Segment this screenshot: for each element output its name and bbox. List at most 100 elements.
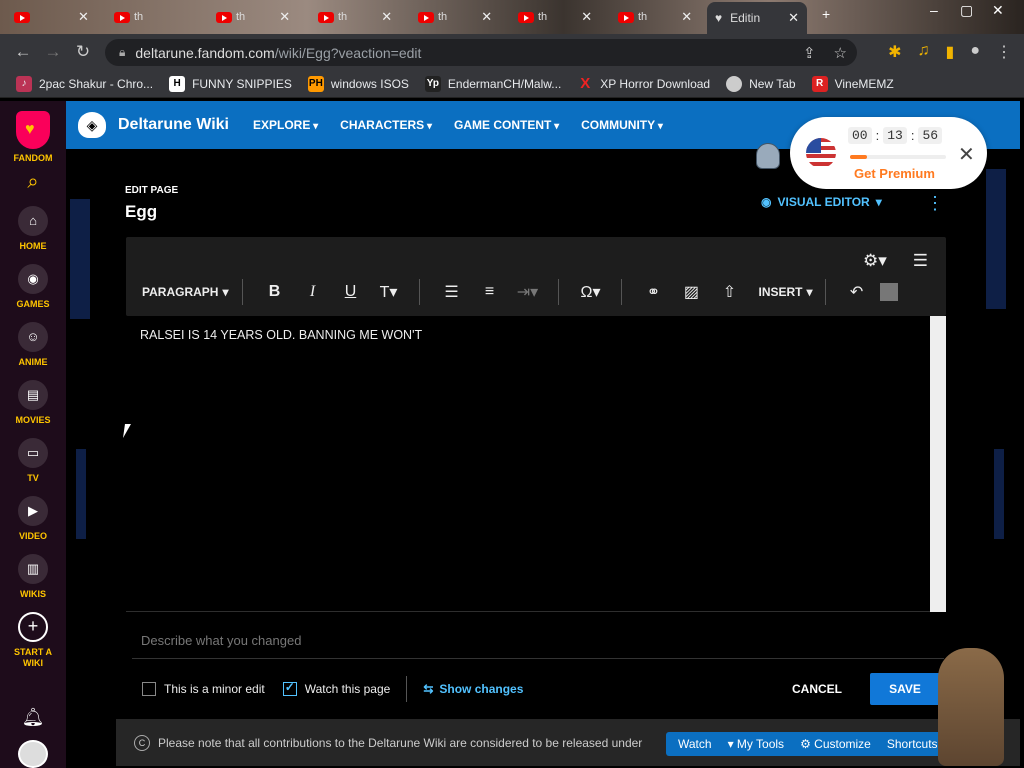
avatar[interactable] [18,739,48,768]
new-tab-icon[interactable]: + [822,6,830,22]
rail-item-start-wiki[interactable]: + START A WIKI [9,611,57,669]
underline-icon[interactable]: U [331,283,369,301]
link-icon[interactable]: ⚭ [634,282,672,302]
media-icon[interactable]: ♫ [918,42,930,62]
show-changes-button[interactable]: ⇆ Show changes [423,682,523,696]
active-browser-tab[interactable]: ♥ Editin ✕ [707,2,807,34]
shortcuts-tool[interactable]: Shortcuts [887,737,938,751]
close-window-icon[interactable]: ✕ [992,2,1004,19]
notifications-icon[interactable]: 🔔︎ [22,707,45,728]
redo-square-icon[interactable] [879,283,898,301]
close-tab-icon[interactable]: ✕ [381,9,392,25]
nav-characters[interactable]: CHARACTERS [340,118,432,132]
chevron-down-icon: ▾ [875,195,882,209]
bookmark-item[interactable]: ♪ 2pac Shakur - Chro... [16,75,153,92]
youtube-icon [216,11,232,23]
cancel-button[interactable]: CANCEL [792,682,842,696]
insert-dropdown[interactable]: INSERT ▾ [758,285,812,299]
nav-game-content[interactable]: GAME CONTENT [454,118,559,132]
watch-tool[interactable]: Watch [678,737,712,751]
forward-icon[interactable]: → [38,42,68,62]
rail-item-home[interactable]: ⌂ HOME [18,205,48,252]
special-character-icon[interactable]: Ω▾ [571,282,609,302]
wiki-name[interactable]: Deltarune Wiki [118,116,229,134]
back-icon[interactable]: ← [8,42,38,62]
more-options-icon[interactable]: ⋮ [926,193,944,214]
undo-icon[interactable]: ↶ [838,282,876,302]
my-tools-menu[interactable]: ▾ My Tools [728,737,785,751]
browser-tab[interactable]: th ✕ [518,6,592,28]
side-panel-icon[interactable]: ▮ [946,42,955,62]
bookmark-item[interactable]: X XP Horror Download [577,75,710,92]
paragraph-format-dropdown[interactable]: PARAGRAPH ▾ [142,285,228,299]
browser-tab[interactable]: ✕ [14,6,89,28]
bullet-list-icon[interactable]: ☰ [432,282,470,302]
browser-tab[interactable]: th [114,6,143,28]
image-icon[interactable]: ▨ [672,282,710,302]
rail-item-tv[interactable]: ▭ TV [18,437,48,484]
bookmark-item[interactable]: New Tab [726,75,796,92]
edit-summary-input[interactable]: Describe what you changed [132,625,944,659]
close-icon[interactable]: ✕ [958,142,975,167]
editor-scrollbar[interactable] [930,316,946,612]
bookmark-item[interactable]: PH windows ISOS [307,75,409,92]
browser-tab[interactable]: th ✕ [618,6,692,28]
italic-icon[interactable]: I [293,283,331,301]
indent-icon[interactable]: ⇥▾ [508,282,546,302]
upload-icon[interactable]: ⇧ [710,282,748,302]
customize-tool[interactable]: ⚙ Customize [800,737,871,751]
editor-content-area[interactable]: RALSEI IS 14 YEARS OLD. BANNING ME WON'T [126,316,938,612]
close-tab-icon[interactable]: ✕ [681,9,692,25]
rail-item-games[interactable]: ◉ GAMES [16,263,50,310]
hamburger-menu-icon[interactable]: ☰ [913,251,928,271]
bookmark-item[interactable]: H FUNNY SNIPPIES [169,75,292,92]
close-tab-icon[interactable]: ✕ [788,10,799,26]
profile-icon[interactable]: ● [970,42,980,62]
url-path: /wiki/Egg?veaction=edit [274,44,422,61]
bold-icon[interactable]: B [255,283,293,301]
watch-page-checkbox[interactable]: Watch this page [282,680,390,697]
fandom-logo-icon[interactable] [16,111,50,149]
save-button[interactable]: SAVE [870,673,940,705]
close-tab-icon[interactable]: ✕ [581,9,592,25]
bookmark-item[interactable]: R VineMEMZ [811,75,894,92]
maximize-icon[interactable]: ▢ [960,2,973,19]
rail-item-wikis[interactable]: ▥ WIKIS [18,553,48,600]
rail-item-movies[interactable]: ▤ MOVIES [15,379,51,426]
minimize-icon[interactable]: – [930,2,938,18]
minor-edit-checkbox[interactable]: This is a minor edit [142,682,265,697]
page-options-gear-icon[interactable]: ⚙▾ [863,251,887,271]
close-tab-icon[interactable]: ✕ [481,9,492,25]
rail-item-anime[interactable]: ☺ ANIME [18,321,48,368]
extensions-icon[interactable]: ✱ [888,42,901,62]
search-icon[interactable]: ⌕ [27,171,38,194]
bookmark-star-icon[interactable]: ☆ [834,44,847,62]
bookmark-item[interactable]: Yp EndermanCH/Malw... [424,75,561,92]
text-style-icon[interactable]: T▾ [369,282,407,302]
browser-tab[interactable]: th ✕ [216,6,290,28]
customize-label: Customize [814,737,871,751]
share-icon[interactable]: ⇪ [803,44,816,62]
nav-explore[interactable]: EXPLORE [253,118,318,132]
wiki-logo-icon[interactable]: ◈ [78,112,106,138]
youtube-icon [14,11,30,23]
reload-icon[interactable]: ↻ [68,42,98,62]
visual-editor-toggle[interactable]: ◉ VISUAL EDITOR ▾ [761,195,882,209]
bookmark-label: FUNNY SNIPPIES [192,76,292,91]
rail-item-video[interactable]: ▶ VIDEO [18,495,48,542]
numbered-list-icon[interactable]: ≡ [470,283,508,301]
browser-tab[interactable]: th ✕ [418,6,492,28]
timer-progress [850,155,946,159]
address-bar[interactable]: 🔒︎ deltarune.fandom.com/wiki/Egg?veactio… [105,39,857,66]
editor-text[interactable]: RALSEI IS 14 YEARS OLD. BANNING ME WON'T [140,328,422,342]
browser-tab[interactable]: th ✕ [318,6,392,28]
bookmark-yp-icon: Yp [424,75,441,92]
menu-icon[interactable]: ⋮ [996,42,1012,62]
youtube-icon [618,11,634,23]
chevron-down-icon: ▾ [222,285,229,299]
nav-community[interactable]: COMMUNITY [581,118,663,132]
close-tab-icon[interactable]: ✕ [78,9,89,25]
wikis-icon: ▥ [18,553,48,584]
close-tab-icon[interactable]: ✕ [279,9,290,25]
get-premium-link[interactable]: Get Premium [854,166,935,181]
